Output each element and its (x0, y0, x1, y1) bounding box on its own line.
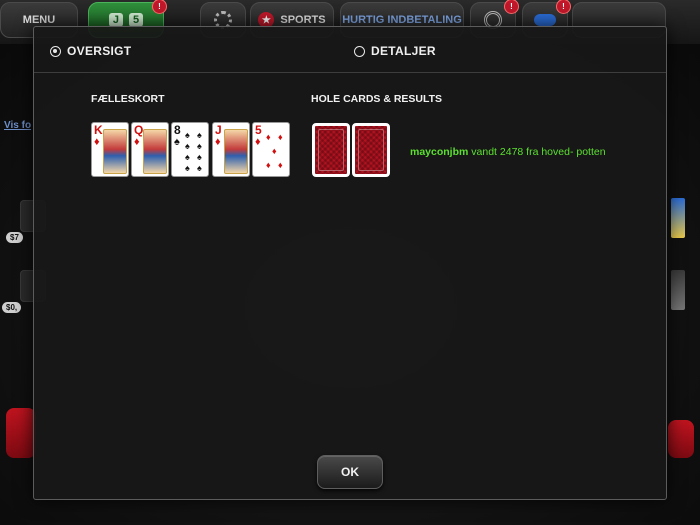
rewards-badge: ! (556, 0, 571, 14)
card-pip-icon: ♦ (266, 132, 271, 142)
community-card: 5 ♦ ♦ ♦ ♦ ♦ ♦ (252, 122, 290, 177)
card-rank: J (215, 123, 222, 137)
tables-count-left: J (108, 13, 123, 27)
hand-result: mayconjbm vandt 2478 fra hoved- potten (410, 146, 606, 158)
player-stack: $7 (6, 232, 23, 243)
quick-deposit-label: HURTIG INDBETALING (342, 14, 462, 26)
radio-selected-icon[interactable] (50, 45, 61, 57)
tab-oversigt[interactable]: OVERSIGT (50, 44, 131, 58)
player-avatar (671, 270, 685, 310)
card-back (312, 123, 350, 177)
card-pip-icon: ♠ (197, 141, 202, 151)
face-card-art-icon (224, 129, 248, 174)
radio-unselected-icon[interactable] (354, 45, 365, 57)
winner-text: vandt 2478 fra hoved- potten (471, 146, 606, 158)
card-pip-icon: ♠ (185, 141, 190, 151)
card-pip-icon: ♦ (278, 132, 283, 142)
card-pip-icon: ♠ (197, 152, 202, 162)
view-link[interactable]: Vis fo (4, 120, 31, 131)
player-avatar (671, 198, 685, 238)
card-pip-icon: ♠ (185, 130, 190, 140)
card-suit-icon: ♠ (174, 136, 180, 148)
card-pip-icon: ♠ (185, 152, 190, 162)
community-card: K ♦ (91, 122, 129, 177)
ok-button[interactable]: OK (317, 455, 383, 489)
player-stack: $0, (2, 302, 22, 313)
community-card: Q ♦ (131, 122, 169, 177)
action-button[interactable] (668, 420, 694, 458)
tables-badge: ! (152, 0, 167, 14)
rewards-icon (534, 14, 556, 26)
card-rank: 8 (174, 123, 181, 137)
winner-name: mayconjbm (410, 146, 469, 158)
card-pip-icon: ♠ (197, 130, 202, 140)
community-card: J ♦ (212, 122, 250, 177)
card-suit-icon: ♦ (94, 136, 100, 148)
card-suit-icon: ♦ (215, 136, 221, 148)
hole-cards-heading: HOLE CARDS & RESULTS (311, 93, 443, 105)
target-badge: ! (504, 0, 519, 14)
card-pip-icon: ♦ (266, 160, 271, 170)
card-suit-icon: ♦ (134, 136, 140, 148)
community-cards-heading: FÆLLESKORT (91, 93, 165, 105)
tab-detaljer-label: DETALJER (371, 44, 436, 58)
card-pip-icon: ♠ (185, 163, 190, 173)
tab-detaljer[interactable]: DETALJER (354, 44, 436, 58)
card-rank: K (94, 123, 103, 137)
action-button[interactable] (6, 408, 36, 458)
ok-label: OK (341, 465, 359, 479)
card-rank: Q (134, 123, 144, 137)
tab-row: OVERSIGT DETALJER (34, 27, 666, 73)
card-pip-icon: ♠ (197, 163, 202, 173)
card-pips: ♠ ♠ ♠ ♠ ♠ ♠ ♠ ♠ (183, 129, 207, 174)
card-back (352, 123, 390, 177)
card-pip-icon: ♦ (272, 146, 277, 156)
community-card: 8 ♠ ♠ ♠ ♠ ♠ ♠ ♠ ♠ ♠ (171, 122, 209, 177)
card-pip-icon: ♦ (278, 160, 283, 170)
face-card-art-icon (143, 129, 167, 174)
menu-label: MENU (22, 14, 56, 26)
tab-oversigt-label: OVERSIGT (67, 44, 132, 58)
tables-count-right: 5 (129, 13, 144, 27)
card-suit-icon: ♦ (255, 136, 261, 148)
face-card-art-icon (103, 129, 127, 174)
card-rank: 5 (255, 123, 262, 137)
card-pips: ♦ ♦ ♦ ♦ ♦ (264, 129, 288, 174)
hand-summary-dialog: OVERSIGT DETALJER FÆLLESKORT HOLE CARDS … (33, 26, 667, 500)
sports-label: SPORTS (280, 14, 326, 26)
